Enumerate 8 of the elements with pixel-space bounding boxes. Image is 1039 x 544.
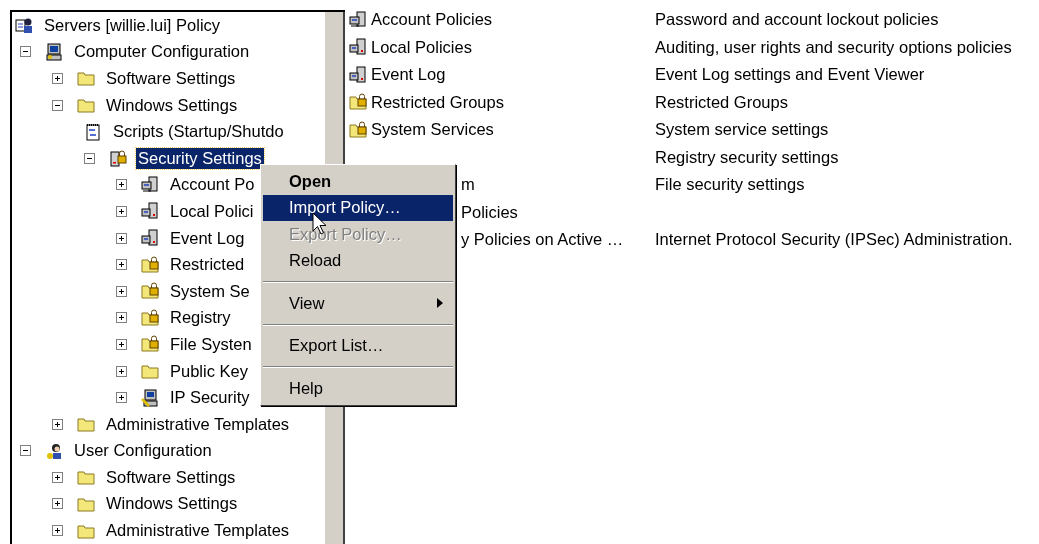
list-item-description: Password and account lockout policies: [655, 10, 939, 30]
list-item-description: Auditing, user rights and security options policies: [655, 37, 1012, 57]
list-item-description: System service settings: [655, 120, 829, 140]
list-item-description: Event Log settings and Event Viewer: [655, 65, 925, 85]
list-item-description: File security settings: [655, 175, 805, 195]
list-item-description: Registry security settings: [655, 147, 839, 167]
list-item-description: Restricted Groups: [655, 92, 788, 112]
list-item-description: Internet Protocol Security (IPSec) Administration.: [655, 230, 1013, 250]
